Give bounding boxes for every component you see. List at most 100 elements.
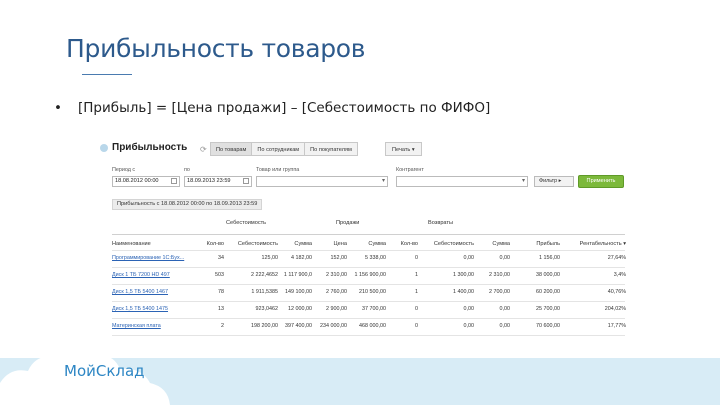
column-header-price[interactable]: Цена [314,241,347,247]
calendar-icon[interactable] [171,178,177,184]
row-sales-sum: 210 500,00 [359,289,386,295]
row-profit: 70 600,00 [536,323,560,329]
row-return-quantity: 0 [415,306,418,312]
row-sales-sum: 468 000,00 [359,323,386,329]
row-quantity: 503 [215,272,224,278]
period-to-label: по [184,167,190,173]
period-from-label: Период с [112,167,136,173]
column-header-cost[interactable]: Себестоимость [226,241,278,247]
row-cost: 2 222,4652 [251,272,278,278]
row-price: 2 900,00 [326,306,347,312]
row-product-name[interactable]: Программирование 1С:Бух... [112,255,198,261]
report-title: Прибыльность [112,142,188,153]
profitability-report-screenshot: Прибыльность ⟳ По товарам По сотрудникам… [100,140,645,340]
bullet-text: [Прибыль] = [Цена продажи] – [Себестоимо… [78,100,491,116]
row-profitability: 27,64% [607,255,626,261]
row-quantity: 13 [218,306,224,312]
column-header-profitability[interactable]: Рентабельность ▾ [562,241,626,247]
row-profitability: 17,77% [607,323,626,329]
column-header-return-cost[interactable]: Себестоимость [420,241,474,247]
row-price: 152,00 [330,255,348,261]
row-return-sum: 2 700,00 [489,289,510,295]
column-header-profit[interactable]: Прибыль [512,241,560,247]
column-header-cost-sum[interactable]: Сумма [280,241,312,247]
row-return-sum: 0,00 [499,255,511,261]
row-sales-sum: 37 700,00 [362,306,386,312]
row-price: 234 000,00 [320,323,347,329]
tab-by-employees[interactable]: По сотрудникам [251,142,306,156]
row-return-sum: 0,00 [499,323,511,329]
tab-by-customers[interactable]: По покупателям [304,142,358,156]
row-quantity: 2 [221,323,224,329]
row-profitability: 3,4% [613,272,626,278]
row-return-quantity: 0 [415,323,418,329]
row-product-name[interactable]: Диск 1,5 ТБ 5400 1467 [112,289,198,295]
row-cost: 923,0462 [255,306,278,312]
row-return-sum: 2 310,00 [489,272,510,278]
row-cost: 125,00 [261,255,279,261]
row-cost-sum: 397 400,00 [285,323,312,329]
table-row-separator [112,250,625,251]
row-profit: 1 156,00 [539,255,560,261]
bullet-dot: • [54,100,62,116]
table-row-separator [112,318,625,319]
row-cost-sum: 1 117 900,0 [283,272,312,278]
row-profit: 38 000,00 [536,272,560,278]
chevron-down-icon[interactable]: ▾ [382,177,385,186]
row-return-cost: 0,00 [463,323,475,329]
period-to-value: 18.09.2013 23:59 [187,178,231,184]
product-filter-select[interactable]: ▾ [256,176,388,187]
row-quantity: 78 [218,289,224,295]
row-cost: 198 200,00 [251,323,278,329]
row-sales-sum: 5 338,00 [365,255,386,261]
row-cost: 1 911,5385 [251,289,278,295]
row-return-quantity: 1 [415,289,418,295]
row-profit: 60 200,00 [536,289,560,295]
row-return-quantity: 1 [415,272,418,278]
row-return-cost: 1 400,00 [453,289,474,295]
row-product-name[interactable]: Диск 1 ТБ 7200 HD 497 [112,272,198,278]
chevron-down-icon[interactable]: ▾ [522,177,525,186]
row-product-name[interactable]: Диск 1,5 ТБ 5400 1475 [112,306,198,312]
group-header-returns: Возвраты [428,220,453,226]
product-filter-label: Товар или группа [256,167,300,173]
report-tabs: По товарам По сотрудникам По покупателям [210,142,358,156]
row-cost-sum: 4 182,00 [291,255,312,261]
column-header-sales-sum[interactable]: Сумма [349,241,386,247]
tab-by-products[interactable]: По товарам [210,142,253,156]
row-price: 2 760,00 [326,289,347,295]
column-header-name[interactable]: Наименование [112,241,151,247]
row-product-name[interactable]: Материнская плата [112,323,198,329]
row-return-cost: 0,00 [463,306,475,312]
print-button[interactable]: Печать ▾ [385,142,422,156]
row-return-quantity: 0 [415,255,418,261]
row-price: 2 310,00 [326,272,347,278]
column-header-return-sum[interactable]: Сумма [476,241,510,247]
period-from-input[interactable]: 18.08.2012 00:00 [112,176,180,187]
column-header-return-quantity[interactable]: Кол-во [388,241,418,247]
slide-title: Прибыльность товаров [66,34,366,63]
title-underline [82,74,132,75]
column-header-quantity[interactable]: Кол-во [200,241,224,247]
group-header-cost: Себестоимость [226,220,267,226]
table-top-border [112,234,625,235]
period-from-value: 18.08.2012 00:00 [115,178,159,184]
period-to-input[interactable]: 18.09.2013 23:59 [184,176,252,187]
table-row-separator [112,267,625,268]
report-icon [100,144,108,152]
row-return-cost: 0,00 [463,255,475,261]
table-row-separator [112,284,625,285]
group-header-sales: Продажи [336,220,360,226]
filter-button[interactable]: Фильтр ▸ [534,176,574,187]
row-cost-sum: 149 100,00 [285,289,312,295]
refresh-icon[interactable]: ⟳ [200,145,207,154]
apply-button[interactable]: Применить [578,175,624,188]
row-profit: 25 700,00 [536,306,560,312]
period-summary-tag: Прибыльность с 18.08.2012 00:00 по 18.09… [112,199,263,210]
table-row-separator [112,301,625,302]
counterparty-filter-select[interactable]: ▾ [396,176,528,187]
calendar-icon[interactable] [243,178,249,184]
row-return-cost: 1 300,00 [453,272,474,278]
row-cost-sum: 12 000,00 [288,306,312,312]
row-sales-sum: 1 156 900,00 [354,272,386,278]
